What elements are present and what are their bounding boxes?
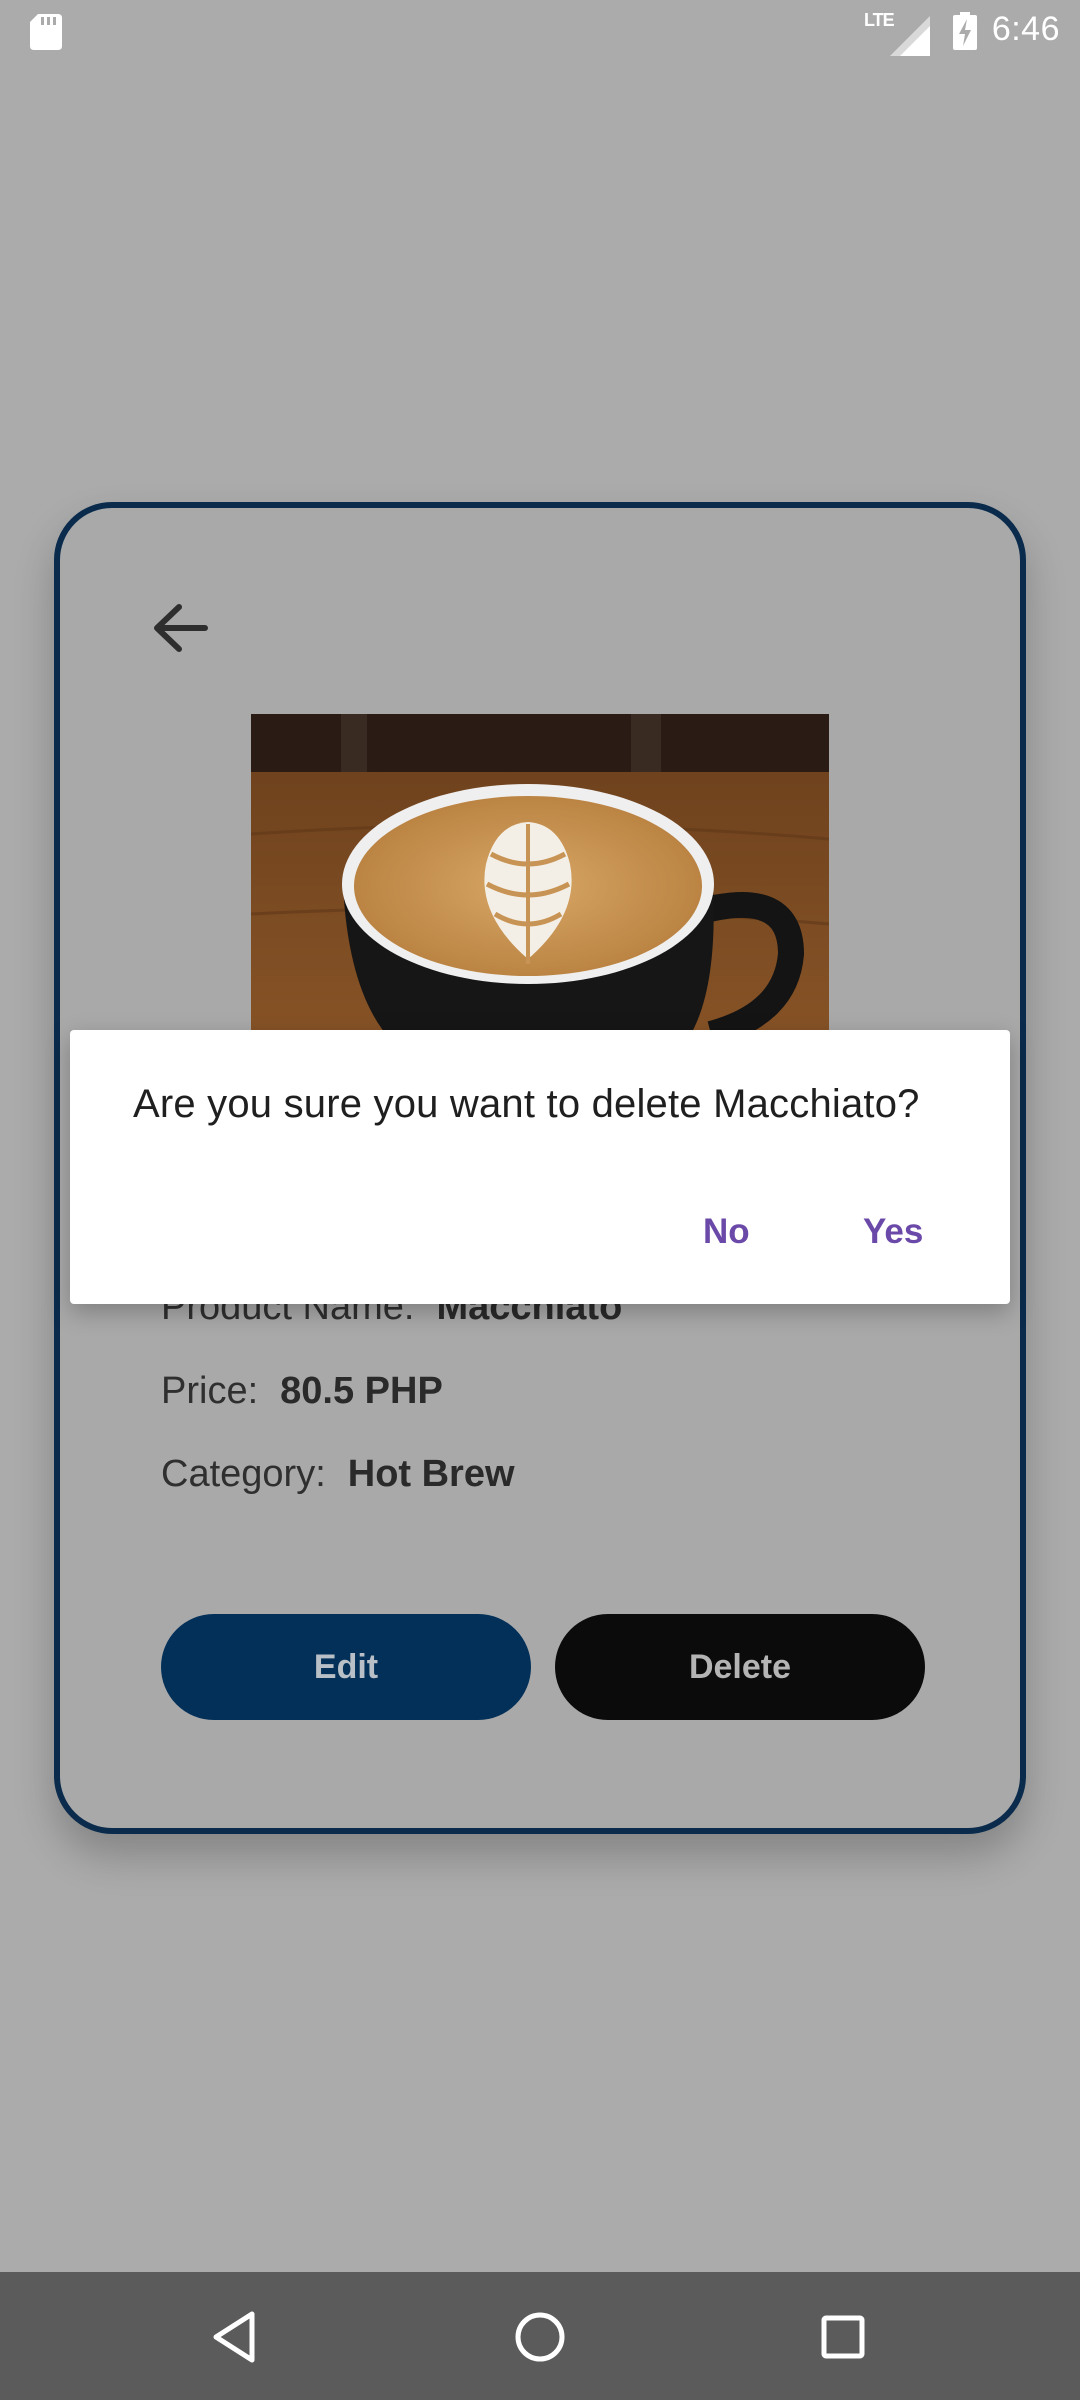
latte-art-coffee-cup: [251, 714, 829, 1074]
product-image: [251, 714, 829, 1074]
clock: 6:46: [991, 10, 1060, 48]
nav-recents-icon[interactable]: [808, 2302, 878, 2372]
price-label: Price:: [161, 1370, 259, 1412]
delete-button[interactable]: Delete: [555, 1614, 925, 1720]
price-value: 80.5 PHP: [280, 1370, 443, 1412]
yes-button[interactable]: Yes: [855, 1208, 931, 1256]
dialog-message: Are you sure you want to delete Macchiat…: [133, 1082, 920, 1126]
no-button[interactable]: No: [695, 1208, 758, 1256]
category-value: Hot Brew: [347, 1453, 515, 1495]
status-bar: LTE 6:46: [0, 0, 1080, 64]
back-arrow-icon[interactable]: [145, 593, 215, 663]
delete-confirmation-dialog: Are you sure you want to delete Macchiat…: [70, 1030, 1010, 1304]
category-row: Category: Hot Brew: [161, 1453, 515, 1496]
network-indicator: LTE: [864, 10, 930, 56]
signal-icon: [890, 16, 930, 56]
price-row: Price: 80.5 PHP: [161, 1370, 443, 1413]
navigation-bar: [0, 2272, 1080, 2400]
nav-home-icon[interactable]: [505, 2302, 575, 2372]
sd-card-icon: [30, 14, 62, 50]
battery-charging-icon: [953, 12, 977, 50]
category-label: Category:: [161, 1453, 326, 1495]
edit-button[interactable]: Edit: [161, 1614, 531, 1720]
nav-back-icon[interactable]: [200, 2302, 270, 2372]
